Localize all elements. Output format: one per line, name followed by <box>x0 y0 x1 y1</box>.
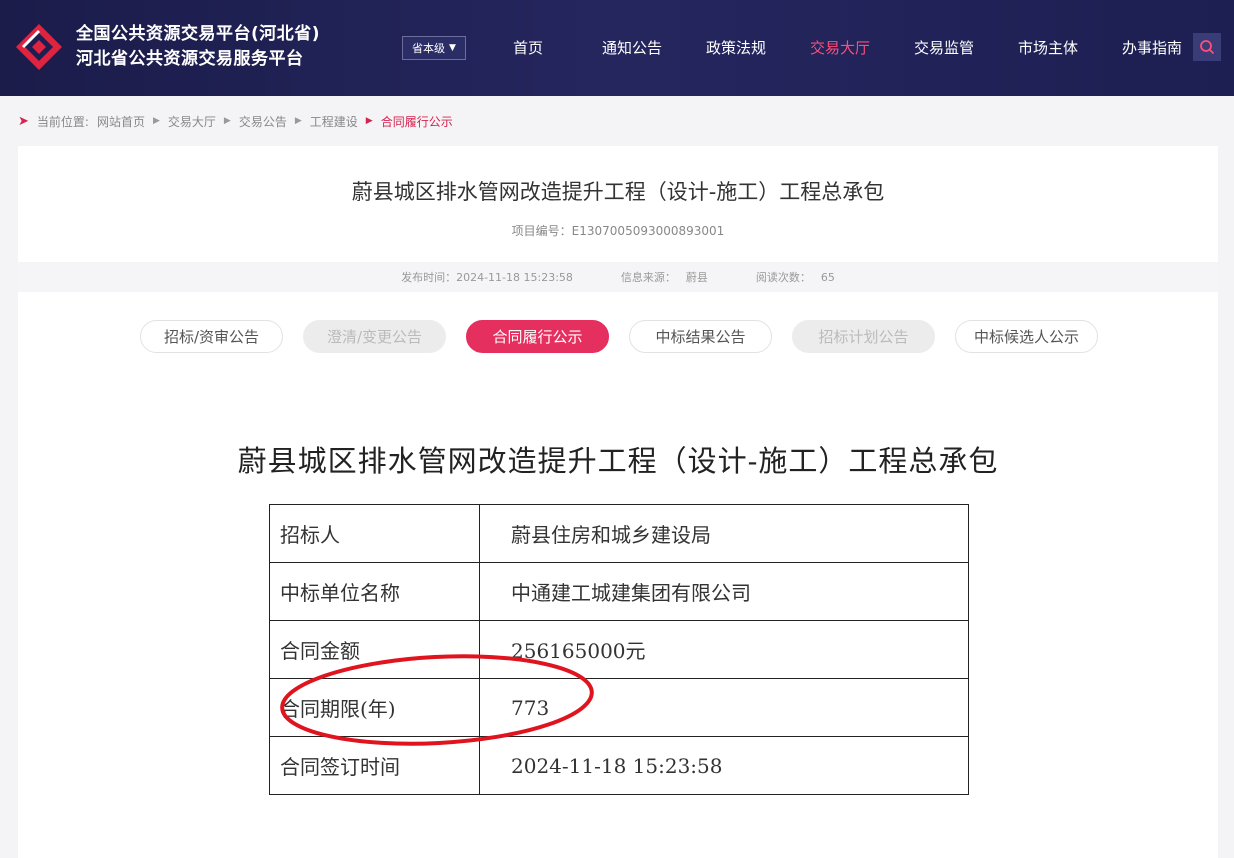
contract-table: 招标人 蔚县住房和城乡建设局 中标单位名称 中通建工城建集团有限公司 合同金额 … <box>269 504 969 795</box>
nav-item-trading-hall[interactable]: 交易大厅 <box>788 36 892 60</box>
breadcrumb-separator-icon: ▶ <box>294 116 302 126</box>
breadcrumb-prefix: 当前位置: <box>36 114 89 129</box>
nav-item-home[interactable]: 首页 <box>476 36 580 60</box>
announcement-tabs: 招标/资审公告 澄清/变更公告 合同履行公示 中标结果公告 招标计划公告 中标候… <box>140 320 1098 354</box>
tab-tender-notice[interactable]: 招标/资审公告 <box>140 320 283 353</box>
table-cell-value: 2024-11-18 15:23:58 <box>479 736 969 795</box>
level-select[interactable]: 省本级 ▼ <box>402 36 466 60</box>
table-cell-key: 中标单位名称 <box>269 562 480 621</box>
nav-item-market-entities[interactable]: 市场主体 <box>996 36 1100 60</box>
main-nav: 首页 通知公告 政策法规 交易大厅 交易监管 市场主体 办事指南 <box>476 36 1204 60</box>
tab-candidate[interactable]: 中标候选人公示 <box>955 320 1098 353</box>
views-count: 65 <box>820 271 835 284</box>
views-label: 阅读次数： <box>755 271 811 284</box>
level-select-label: 省本级 <box>412 42 446 55</box>
location-arrow-icon: ➤ <box>18 113 29 129</box>
site-title-line2: 河北省公共资源交易服务平台 <box>76 49 304 69</box>
project-number: 项目编号：E1307005093000893001 <box>511 224 725 238</box>
tab-award-result[interactable]: 中标结果公告 <box>629 320 772 353</box>
site-title-line1: 全国公共资源交易平台(河北省) <box>76 24 321 44</box>
nav-item-supervision[interactable]: 交易监管 <box>892 36 996 60</box>
tab-contract-performance[interactable]: 合同履行公示 <box>466 320 609 353</box>
breadcrumb: ➤ 当前位置: 网站首页 ▶ 交易大厅 ▶ 交易公告 ▶ 工程建设 ▶ 合同履行… <box>18 110 453 132</box>
chevron-down-icon: ▼ <box>449 43 456 53</box>
document-title: 蔚县城区排水管网改造提升工程（设计-施工）工程总承包 <box>237 444 999 478</box>
meta-bar: 发布时间：2024-11-18 15:23:58 信息来源： 蔚县 阅读次数： 65 <box>18 262 1218 292</box>
table-row: 中标单位名称 中通建工城建集团有限公司 <box>269 562 969 621</box>
table-cell-value: 256165000元 <box>479 620 969 679</box>
table-row: 合同签订时间 2024-11-18 15:23:58 <box>269 736 969 795</box>
nav-item-notices[interactable]: 通知公告 <box>580 36 684 60</box>
tab-clarification[interactable]: 澄清/变更公告 <box>303 320 446 353</box>
breadcrumb-item-engineering[interactable]: 工程建设 <box>310 113 358 130</box>
table-cell-key: 合同期限(年) <box>269 678 480 737</box>
table-row: 合同期限(年) 773 <box>269 678 969 737</box>
source-info: 信息来源： 蔚县 <box>621 269 708 285</box>
search-button[interactable] <box>1193 33 1221 61</box>
breadcrumb-item-trading-hall[interactable]: 交易大厅 <box>168 113 216 130</box>
breadcrumb-current: 合同履行公示 <box>380 114 453 129</box>
detail-card: 蔚县城区排水管网改造提升工程（设计-施工）工程总承包 项目编号：E1307005… <box>18 146 1218 858</box>
views-info: 阅读次数： 65 <box>756 269 835 285</box>
publish-info: 发布时间：2024-11-18 15:23:58 <box>401 269 573 285</box>
site-header: 全国公共资源交易平台(河北省) 河北省公共资源交易服务平台 省本级 ▼ 首页 通… <box>0 0 1234 96</box>
nav-item-guide[interactable]: 办事指南 <box>1100 36 1204 60</box>
publish-label: 发布时间： <box>401 271 457 284</box>
table-cell-value: 773 <box>479 678 969 737</box>
breadcrumb-separator-icon: ▶ <box>365 116 373 126</box>
breadcrumb-item-home[interactable]: 网站首页 <box>97 113 145 130</box>
table-cell-key: 招标人 <box>269 504 480 563</box>
source-value: 蔚县 <box>685 271 708 284</box>
table-cell-key: 合同签订时间 <box>269 736 480 795</box>
breadcrumb-item-announcements[interactable]: 交易公告 <box>239 113 287 130</box>
site-logo-icon[interactable] <box>14 22 64 72</box>
source-label: 信息来源： <box>620 271 676 284</box>
page-title: 蔚县城区排水管网改造提升工程（设计-施工）工程总承包 <box>351 180 885 204</box>
breadcrumb-separator-icon: ▶ <box>152 116 160 126</box>
publish-time: 2024-11-18 15:23:58 <box>456 271 573 284</box>
tab-tender-plan[interactable]: 招标计划公告 <box>792 320 935 353</box>
table-cell-value: 中通建工城建集团有限公司 <box>479 562 969 621</box>
table-row: 招标人 蔚县住房和城乡建设局 <box>269 504 969 563</box>
table-row: 合同金额 256165000元 <box>269 620 969 679</box>
table-cell-key: 合同金额 <box>269 620 480 679</box>
breadcrumb-separator-icon: ▶ <box>223 116 231 126</box>
nav-item-policies[interactable]: 政策法规 <box>684 36 788 60</box>
search-icon <box>1200 40 1215 55</box>
table-cell-value: 蔚县住房和城乡建设局 <box>479 504 969 563</box>
site-title[interactable]: 全国公共资源交易平台(河北省) 河北省公共资源交易服务平台 <box>76 22 320 72</box>
